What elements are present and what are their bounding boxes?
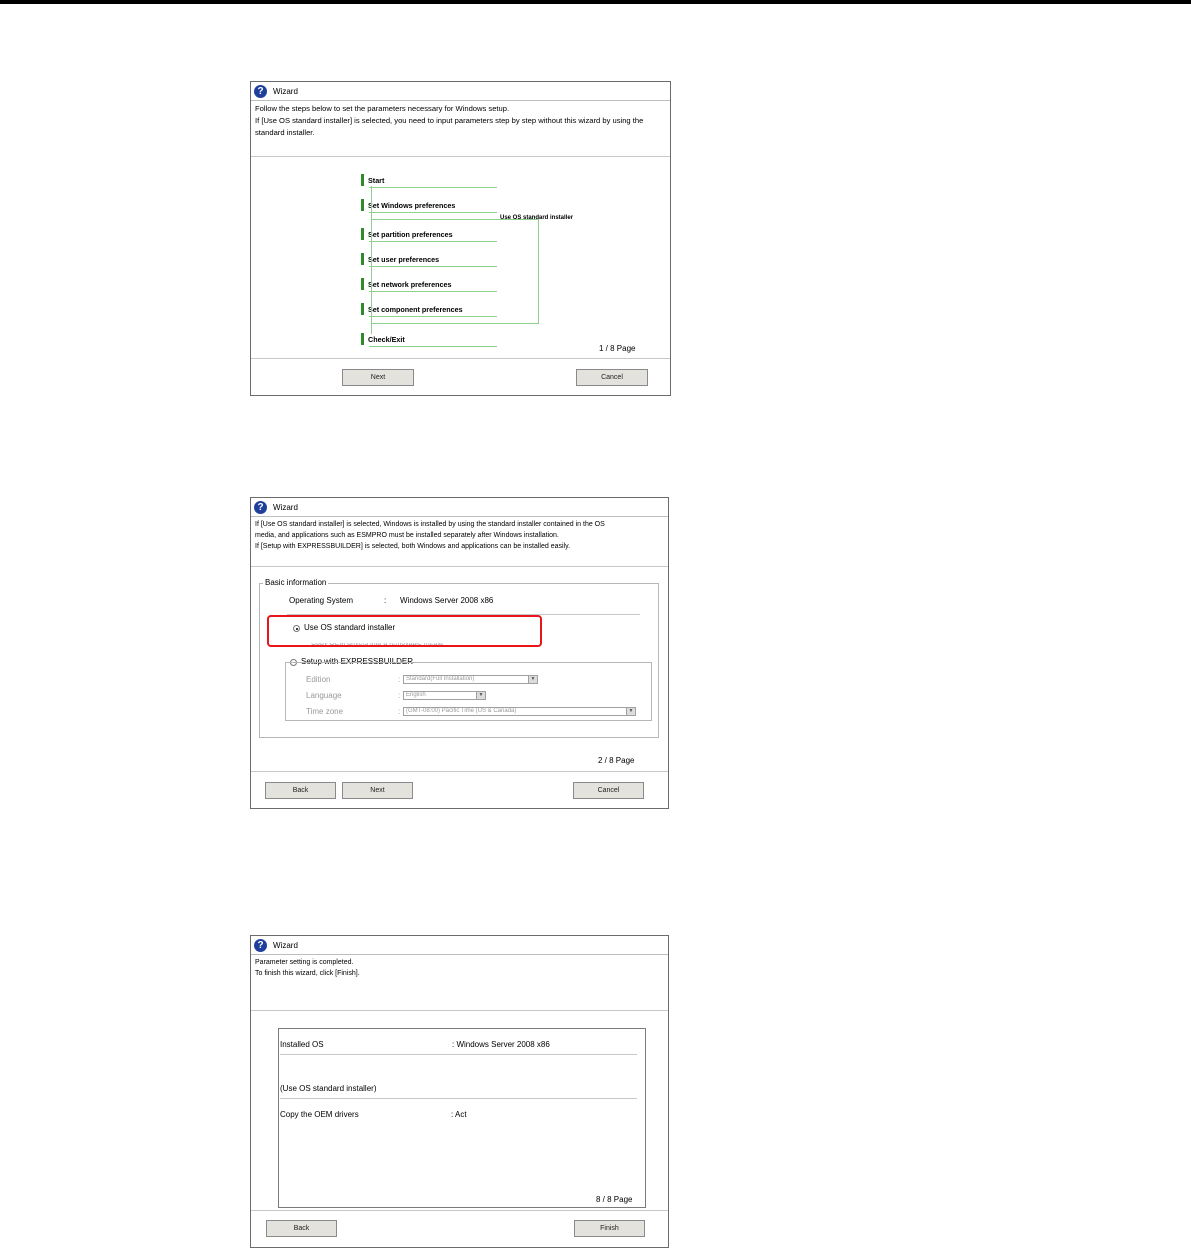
language-label: Language xyxy=(306,691,342,700)
button-separator xyxy=(251,1210,668,1211)
intro-text: Parameter setting is completed. To finis… xyxy=(251,955,668,1011)
window-title: Wizard xyxy=(273,940,298,950)
page-indicator: 2 / 8 Page xyxy=(598,756,635,765)
page-indicator: 1 / 8 Page xyxy=(599,344,636,353)
intro-line-3: standard installer. xyxy=(255,128,315,137)
wizard-window-page-2: ? Wizard If [Use OS standard installer] … xyxy=(250,497,669,809)
flow-rule xyxy=(369,187,497,188)
setup-flowchart: Start Set Windows preferences Set partit… xyxy=(251,158,670,358)
window-title: Wizard xyxy=(273,502,298,512)
timezone-colon: : xyxy=(398,707,401,716)
flow-rule xyxy=(369,266,497,267)
flow-step-check-exit: Check/Exit xyxy=(361,333,405,345)
edition-colon: : xyxy=(398,675,401,684)
finish-button[interactable]: Finish xyxy=(574,1220,645,1237)
intro-line-2: media, and applications such as ESMPRO m… xyxy=(255,532,559,539)
document-top-rule xyxy=(0,0,1191,4)
button-separator xyxy=(251,358,670,359)
cancel-button[interactable]: Cancel xyxy=(573,782,644,799)
timezone-label: Time zone xyxy=(306,707,344,716)
edition-label: Edition xyxy=(306,675,331,684)
summary-separator xyxy=(280,1098,637,1099)
language-select[interactable]: English ▼ xyxy=(403,691,486,700)
intro-text: Follow the steps below to set the parame… xyxy=(251,101,670,157)
intro-line-3: If [Setup with EXPRESSBUILDER] is select… xyxy=(255,543,571,550)
highlight-box xyxy=(267,615,542,647)
wizard-window-page-8: ? Wizard Parameter setting is completed.… xyxy=(250,935,669,1248)
flow-rule xyxy=(369,316,497,317)
flow-rule xyxy=(369,291,497,292)
intro-line-1: Follow the steps below to set the parame… xyxy=(255,104,510,113)
intro-line-2: If [Use OS standard installer] is select… xyxy=(255,116,644,125)
flow-rule xyxy=(369,212,497,213)
timezone-select[interactable]: (GMT-08:00) Pacific Time (US & Canada) ▼ xyxy=(403,707,636,716)
intro-text: If [Use OS standard installer] is select… xyxy=(251,517,668,567)
copy-oem-label: Copy the OEM drivers xyxy=(280,1110,359,1119)
help-icon: ? xyxy=(254,500,267,514)
installed-os-value: : Windows Server 2008 x86 xyxy=(452,1040,550,1049)
flow-step-start: Start xyxy=(361,174,384,186)
intro-line-1: If [Use OS standard installer] is select… xyxy=(255,521,605,528)
os-value: Windows Server 2008 x86 xyxy=(400,596,494,605)
os-label: Operating System xyxy=(289,596,354,605)
chevron-down-icon: ▼ xyxy=(476,692,485,699)
help-icon: ? xyxy=(254,938,267,952)
flow-step-windows: Set Windows preferences xyxy=(361,199,455,211)
button-separator xyxy=(251,771,668,772)
title-bar: ? Wizard xyxy=(251,82,670,101)
edition-select[interactable]: Standard(Full Installation) ▼ xyxy=(403,675,538,684)
intro-line-1: Parameter setting is completed. xyxy=(255,959,354,966)
next-button[interactable]: Next xyxy=(342,369,414,386)
flow-step-network: Set network preferences xyxy=(361,278,452,290)
flow-step-user: Set user preferences xyxy=(361,253,439,265)
cancel-button[interactable]: Cancel xyxy=(576,369,648,386)
flow-rule xyxy=(369,346,497,347)
summary-separator xyxy=(280,1054,637,1055)
language-colon: : xyxy=(398,691,401,700)
flow-branch-label: Use OS standard installer xyxy=(500,215,574,221)
flow-branch-side xyxy=(538,219,539,323)
os-colon: : xyxy=(384,596,387,605)
flow-connector xyxy=(371,186,372,334)
help-icon: ? xyxy=(254,84,267,98)
back-button[interactable]: Back xyxy=(265,782,336,799)
group-legend: Basic information xyxy=(263,578,329,587)
flow-branch-bottom xyxy=(371,323,539,324)
page-indicator: 8 / 8 Page xyxy=(596,1195,633,1204)
chevron-down-icon: ▼ xyxy=(626,708,635,715)
next-button[interactable]: Next xyxy=(342,782,413,799)
title-bar: ? Wizard xyxy=(251,498,668,517)
intro-line-2: To finish this wizard, click [Finish]. xyxy=(255,970,360,977)
flow-step-partition: Set partition preferences xyxy=(361,228,453,240)
back-button[interactable]: Back xyxy=(266,1220,337,1237)
window-title: Wizard xyxy=(273,86,298,96)
title-bar: ? Wizard xyxy=(251,936,668,955)
installed-os-label: Installed OS xyxy=(280,1040,324,1049)
flow-rule xyxy=(369,241,497,242)
chevron-down-icon: ▼ xyxy=(528,676,537,683)
wizard-window-page-1: ? Wizard Follow the steps below to set t… xyxy=(250,81,671,396)
installer-note: (Use OS standard installer) xyxy=(280,1084,377,1093)
flow-step-component: Set component preferences xyxy=(361,303,463,315)
copy-oem-value: : Act xyxy=(451,1110,467,1119)
